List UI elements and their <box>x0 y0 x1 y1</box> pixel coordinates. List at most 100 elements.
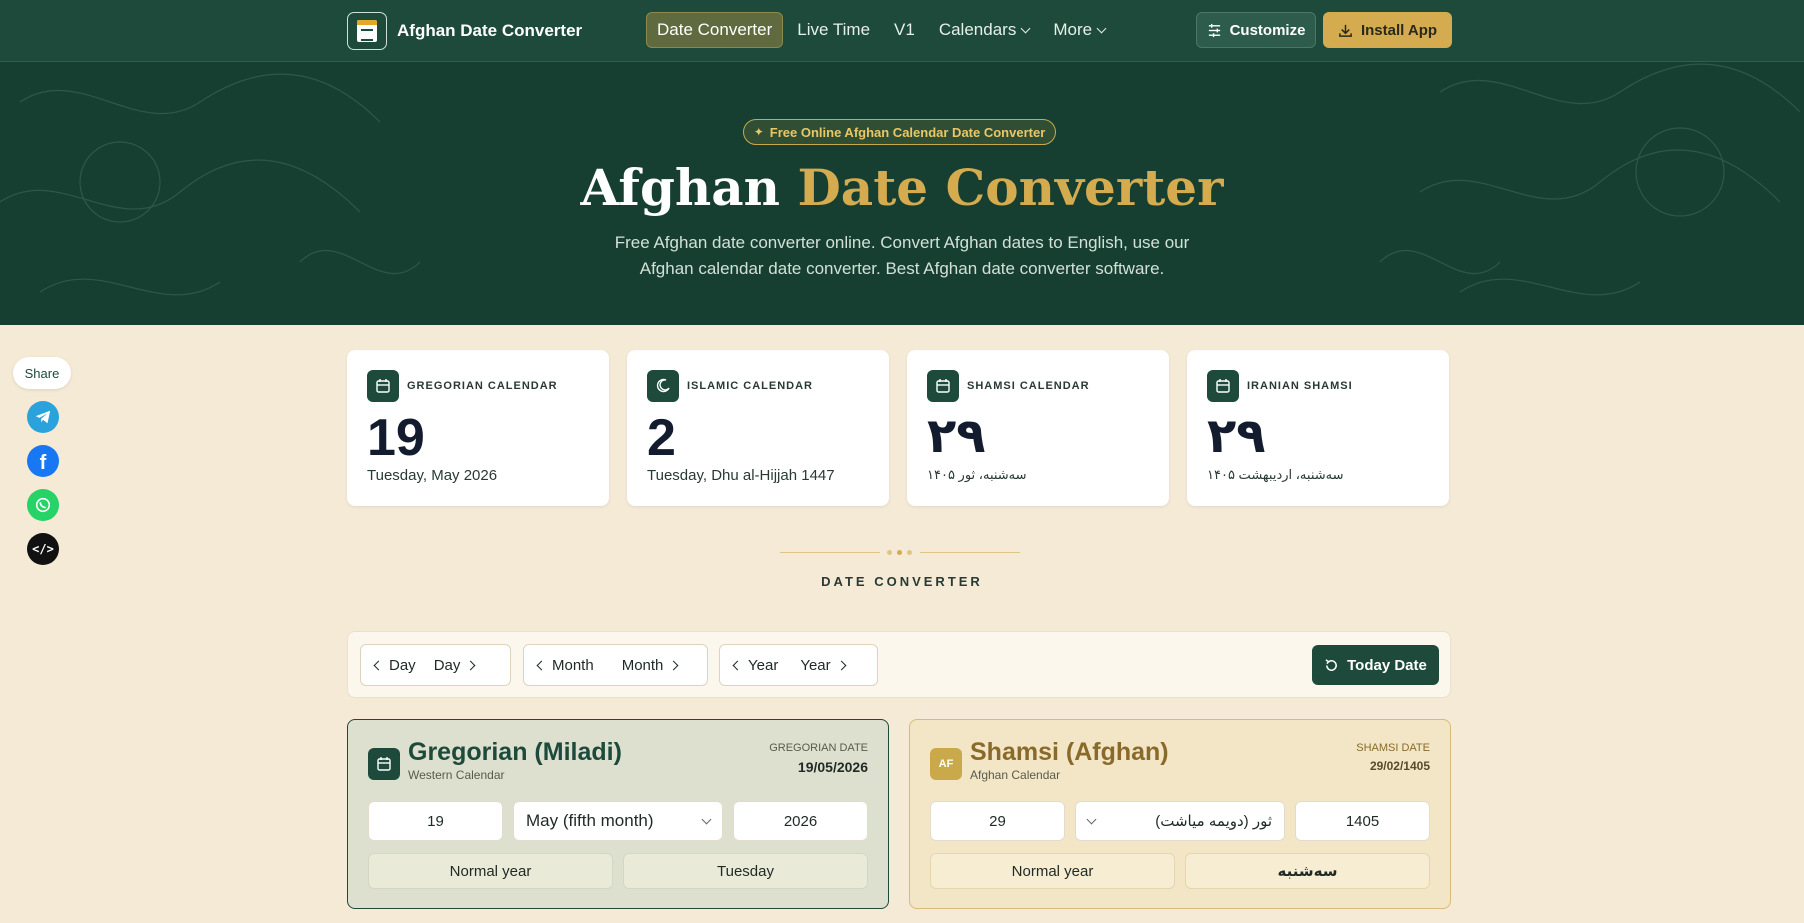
card-label: IRANIAN SHAMSI <box>1247 380 1353 392</box>
day-controls: Day Day <box>360 644 511 686</box>
calendar-logo-icon <box>347 12 387 50</box>
card-subtitle: Tuesday, May 2026 <box>367 467 498 484</box>
customize-label: Customize <box>1229 21 1306 39</box>
prev-month-label: Month <box>552 656 594 674</box>
nav-link-v1[interactable]: V1 <box>884 12 925 48</box>
shamsi-month-select[interactable]: ثور (دویمه میاشت) <box>1075 801 1285 841</box>
chevron-right-icon <box>465 660 476 670</box>
panel-date-label: GREGORIAN DATE <box>769 742 868 754</box>
panel-subtitle: Western Calendar <box>408 768 505 782</box>
nav-link-calendars[interactable]: Calendars <box>929 12 1040 48</box>
card-number: ۲۹ <box>1207 410 1266 463</box>
shamsi-day-input[interactable]: 29 <box>930 801 1065 841</box>
chevron-down-icon <box>1096 23 1107 33</box>
nav-link-label: Date Converter <box>657 20 773 39</box>
card-subtitle: سه‌شنبه، اردیبهشت ۱۴۰۵ <box>1207 467 1344 482</box>
next-year-button[interactable]: Year <box>792 645 858 685</box>
next-day-label: Day <box>433 656 461 674</box>
shamsi-weekday: سه‌شنبه <box>1185 853 1430 889</box>
gregorian-year-input[interactable]: 2026 <box>733 801 868 841</box>
calendar-icon <box>1207 370 1239 402</box>
top-navbar: Afghan Date Converter Date Converter Liv… <box>0 0 1804 62</box>
today-date-button[interactable]: Today Date <box>1312 645 1439 685</box>
facebook-icon[interactable]: f <box>27 445 59 477</box>
month-controls: Month Month <box>523 644 708 686</box>
card-label: GREGORIAN CALENDAR <box>407 380 558 392</box>
whatsapp-icon[interactable] <box>27 489 59 521</box>
install-label: Install App <box>1360 21 1438 39</box>
chevron-right-icon <box>668 660 679 670</box>
telegram-icon[interactable] <box>27 401 59 433</box>
hero-title-accent: Date Converter <box>797 158 1224 217</box>
chevron-down-icon <box>701 814 712 824</box>
shamsi-year-input[interactable]: 1405 <box>1295 801 1430 841</box>
brand[interactable]: Afghan Date Converter <box>347 12 582 50</box>
panel-title: Gregorian (Miladi) <box>408 738 622 766</box>
gregorian-day-input[interactable]: 19 <box>368 801 503 841</box>
share-label: Share <box>13 357 71 389</box>
card-number: 19 <box>367 409 425 467</box>
nav-link-live-time[interactable]: Live Time <box>787 12 880 48</box>
section-divider <box>780 550 1020 555</box>
nav-link-label: Live Time <box>797 20 871 39</box>
af-badge: AF <box>930 748 962 780</box>
embed-code-icon[interactable]: </> <box>27 533 59 565</box>
year-controls: Year Year <box>719 644 878 686</box>
shamsi-month-value: ثور (دویمه میاشت) <box>1155 813 1272 830</box>
calendar-icon <box>927 370 959 402</box>
next-month-button[interactable]: Month <box>608 645 692 685</box>
panel-date: 29/02/1405 <box>1369 759 1430 773</box>
install-app-button[interactable]: Install App <box>1323 12 1452 48</box>
converter-controls: Day Day Month Month Year Year Today Date <box>347 631 1451 698</box>
gregorian-month-value: May (fifth month) <box>526 811 654 830</box>
card-number: 2 <box>647 409 676 467</box>
next-year-label: Year <box>800 656 831 674</box>
sparkle-icon: ✦ <box>753 125 764 139</box>
shamsi-year-type: Normal year <box>930 853 1175 889</box>
prev-day-button[interactable]: Day <box>361 645 430 685</box>
prev-year-button[interactable]: Year <box>720 645 792 685</box>
chevron-left-icon <box>373 660 384 670</box>
nav-link-date-converter[interactable]: Date Converter <box>646 12 784 48</box>
next-day-button[interactable]: Day <box>430 645 489 685</box>
gregorian-weekday: Tuesday <box>623 853 868 889</box>
panel-date-label: SHAMSI DATE <box>1356 742 1430 754</box>
nav-link-label: V1 <box>894 20 915 39</box>
nav-link-more[interactable]: More <box>1043 12 1115 48</box>
chevron-left-icon <box>732 660 743 670</box>
prev-year-label: Year <box>748 656 779 674</box>
panel-title: Shamsi (Afghan) <box>970 738 1169 766</box>
card-subtitle: Tuesday, Dhu al-Hijjah 1447 <box>647 467 835 484</box>
calendar-icon <box>367 370 399 402</box>
card-label: ISLAMIC CALENDAR <box>687 380 813 392</box>
card-number: ۲۹ <box>927 410 986 463</box>
nav-link-label: Calendars <box>938 20 1017 39</box>
prev-month-button[interactable]: Month <box>524 645 608 685</box>
card-islamic: ISLAMIC CALENDAR 2 Tuesday, Dhu al-Hijja… <box>627 350 889 506</box>
nav-link-label: More <box>1053 20 1093 39</box>
hero-section: ✦ Free Online Afghan Calendar Date Conve… <box>0 62 1804 325</box>
card-subtitle: سه‌شنبه، ثور ۱۴۰۵ <box>927 467 1027 482</box>
shamsi-panel: AF Shamsi (Afghan) Afghan Calendar SHAMS… <box>909 719 1451 909</box>
prev-day-label: Day <box>389 656 416 674</box>
card-shamsi: SHAMSI CALENDAR ۲۹ سه‌شنبه، ثور ۱۴۰۵ <box>907 350 1169 506</box>
nav-links: Date Converter Live Time V1 Calendars Mo… <box>646 12 1115 48</box>
section-label: DATE CONVERTER <box>821 574 983 589</box>
chevron-down-icon <box>1020 23 1031 33</box>
card-iranian-shamsi: IRANIAN SHAMSI ۲۹ سه‌شنبه، اردیبهشت ۱۴۰۵ <box>1187 350 1449 506</box>
hero-title-main: Afghan <box>580 158 781 217</box>
next-month-label: Month <box>621 656 664 674</box>
chevron-down-icon <box>1086 814 1097 824</box>
card-label: SHAMSI CALENDAR <box>967 380 1090 392</box>
hero-badge: ✦ Free Online Afghan Calendar Date Conve… <box>743 119 1056 145</box>
gregorian-panel: Gregorian (Miladi) Western Calendar GREG… <box>347 719 889 909</box>
hero-title: Afghan Date Converter <box>0 158 1804 217</box>
chevron-left-icon <box>536 660 547 670</box>
today-date-label: Today Date <box>1347 656 1427 674</box>
moon-icon <box>647 370 679 402</box>
customize-button[interactable]: Customize <box>1196 12 1316 48</box>
gregorian-month-select[interactable]: May (fifth month) <box>513 801 723 841</box>
gregorian-year-type: Normal year <box>368 853 613 889</box>
download-icon <box>1339 24 1352 37</box>
panel-subtitle: Afghan Calendar <box>970 768 1061 782</box>
